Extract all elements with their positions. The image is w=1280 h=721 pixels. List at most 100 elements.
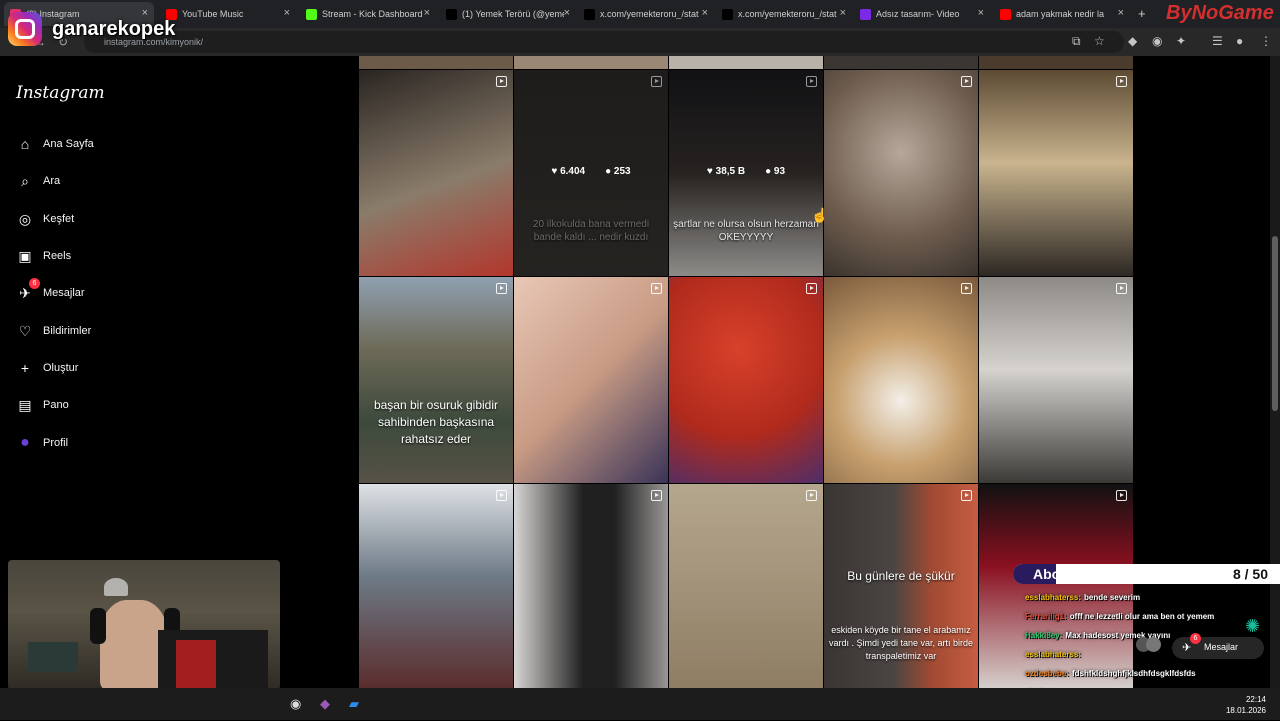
post-tile[interactable] (359, 56, 513, 69)
sidebar-item-bildirimler[interactable]: ♡ Bildirimler (16, 320, 92, 342)
reel-icon (806, 283, 817, 294)
post-tile[interactable] (824, 70, 978, 276)
tab-close-icon[interactable]: × (564, 7, 570, 19)
heart-icon: ♡ (18, 322, 32, 339)
sidebar-item-ara[interactable]: ⌕ Ara (16, 170, 60, 192)
tab-title: YouTube Music (182, 9, 244, 19)
post-tile[interactable] (669, 56, 823, 69)
browser-tab[interactable]: Stream - Kick Dashboard × (300, 2, 436, 26)
instagram-logo[interactable]: Instagram (16, 83, 105, 103)
browser-tab[interactable]: YouTube Music × (160, 2, 296, 26)
tab-close-icon[interactable]: × (702, 7, 708, 19)
browser-tab[interactable]: x.com/yemekteroru_/stat × (716, 2, 852, 26)
post-tile[interactable]: ♥ 38,5 B ● 93 şartlar ne olursa olsun herz… (669, 70, 823, 276)
chat-username: esslabhaterss: (1025, 650, 1082, 659)
webcam-feed (8, 560, 280, 690)
sidebar-item-reels[interactable]: ▣ Reels (16, 245, 71, 267)
menu-icon[interactable]: ⋮ (1260, 34, 1272, 48)
tab-close-icon[interactable]: × (1118, 7, 1124, 19)
tab-close-icon[interactable]: × (424, 7, 430, 19)
tab-favicon (446, 8, 457, 20)
post-tile[interactable] (514, 56, 668, 69)
sidebar-item-keşfet[interactable]: ◎ Keşfet (16, 208, 74, 230)
likes-count: ♥ 38,5 B (706, 166, 746, 177)
compass-icon: ◎ (18, 210, 32, 227)
url-field[interactable]: instagram.com/kimyonik/ (84, 31, 1124, 53)
tab-favicon (306, 8, 317, 20)
chat-text: offf ne lezzetli olur ama ben ot yemem (1069, 612, 1215, 621)
post-tile[interactable]: başan bir osuruk gibidir sahibinden başk… (359, 277, 513, 483)
tab-close-icon[interactable]: × (284, 7, 290, 19)
reel-icon (1116, 283, 1127, 294)
post-tile[interactable] (979, 277, 1133, 483)
sidebar-item-mesajlar[interactable]: ✈ 6 Mesajlar (16, 278, 85, 304)
post-caption: şartlar ne olursa olsun herzaman OKEYYYY… (673, 219, 819, 243)
tab-close-icon[interactable]: × (840, 7, 846, 19)
post-tile[interactable]: Bu günlere de şükür eskiden köyde bir tan… (824, 484, 978, 688)
post-tile[interactable] (514, 484, 668, 688)
extensions-icon[interactable]: ✦ (1176, 34, 1186, 48)
browser-tab[interactable]: (1) Yemek Terörü (@yeme × (440, 2, 576, 26)
tab-title: (1) Yemek Terörü (@yeme (462, 9, 564, 19)
post-tile[interactable]: ♥ 6.404 ● 253 20 ilkokulda bana vermedi ba… (514, 70, 668, 276)
scrollbar-thumb[interactable] (1272, 236, 1278, 411)
chat-text: bende severim (1084, 593, 1141, 602)
sidebar-item-profil[interactable]: ● Profil (16, 432, 68, 454)
chat-text: fdshfkldshghfjklsdhfdsgklfdsfds (1072, 669, 1196, 678)
comments-count: ● 253 (605, 166, 631, 177)
tab-close-icon[interactable]: × (978, 7, 984, 19)
sidebar-item-label: Mesajlar (43, 287, 85, 299)
post-tile[interactable] (514, 277, 668, 483)
chat-username: ozdesbebe: (1025, 669, 1070, 678)
bookmark-star-icon[interactable]: ☆ (1094, 34, 1105, 48)
editor-icon[interactable]: ▰ (349, 696, 359, 712)
messages-badge: 6 (1190, 633, 1201, 644)
profile-icon[interactable]: ● (1236, 34, 1243, 48)
post-tile[interactable] (979, 70, 1133, 276)
post-tile[interactable] (359, 484, 513, 688)
browser-tab[interactable]: Adsız tasarım- Video × (854, 2, 990, 26)
home-icon: ⌂ (20, 136, 30, 152)
sidebar-item-pano[interactable]: ▤ Pano (16, 394, 69, 416)
sidepanel-icon[interactable]: ☰ (1212, 34, 1223, 48)
browser-tab-bar: (9) Instagram × YouTube Music × Stream - Kic… (0, 0, 1280, 28)
clock-time: 22:14 (1245, 695, 1266, 704)
post-caption: başan bir osuruk gibidir sahibinden başk… (373, 398, 499, 446)
tab-favicon (1000, 8, 1011, 20)
post-stats: ♥ 6.404 ● 253 (514, 166, 668, 177)
sidebar-item-label: Pano (43, 399, 69, 411)
reel-icon (961, 490, 972, 501)
tab-favicon (722, 8, 733, 20)
post-tile[interactable] (669, 484, 823, 688)
post-tile[interactable] (824, 56, 978, 69)
app-icon[interactable]: ◆ (320, 696, 330, 712)
post-caption: Bu günlere de şükür (847, 569, 955, 583)
messages-pill[interactable]: ✈ 6 Mesajlar (1136, 633, 1264, 659)
sidebar-item-label: Oluştur (43, 362, 79, 374)
sidebar-item-ana-sayfa[interactable]: ⌂ Ana Sayfa (16, 133, 94, 155)
tab-title: Stream - Kick Dashboard (322, 9, 423, 19)
browser-tab[interactable]: x.com/yemekteroru_/stat × (578, 2, 714, 26)
obs-icon[interactable]: ◉ (290, 696, 301, 712)
sidebar-item-label: Profil (43, 437, 69, 449)
post-tile[interactable] (979, 56, 1133, 69)
sidebar-item-oluştur[interactable]: + Oluştur (16, 357, 79, 379)
reel-icon (1116, 490, 1127, 501)
reel-icon (961, 76, 972, 87)
shield-icon[interactable]: ◆ (1128, 34, 1137, 48)
browser-tab[interactable]: adam yakmak nedir la × (994, 2, 1130, 26)
avatar (1146, 637, 1161, 652)
audio-icon[interactable]: ◉ (1152, 34, 1162, 48)
tab-title: Adsız tasarım- Video (876, 9, 960, 19)
tab-favicon (584, 8, 595, 20)
post-tile[interactable] (824, 277, 978, 483)
post-tile[interactable] (359, 70, 513, 276)
post-tile[interactable] (669, 277, 823, 483)
new-tab-icon[interactable]: + (1138, 6, 1146, 21)
plus-icon: + (20, 360, 30, 376)
avatar: ● (20, 434, 30, 451)
chat-message: esslabhaterss: bende severim (1025, 588, 1280, 607)
install-icon[interactable]: ⧉ (1072, 34, 1081, 49)
reel-icon (496, 283, 507, 294)
search-icon: ⌕ (21, 172, 29, 189)
